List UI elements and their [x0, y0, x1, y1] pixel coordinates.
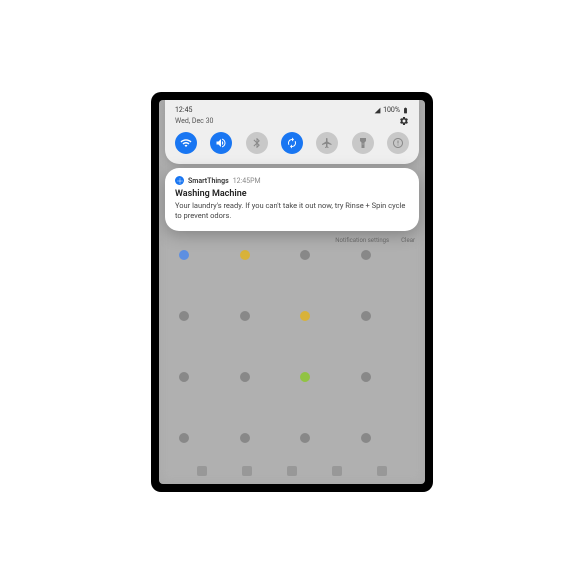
- bluetooth-icon: [251, 137, 263, 149]
- quick-settings-row: [175, 132, 409, 154]
- bluetooth-toggle[interactable]: [246, 132, 268, 154]
- gear-icon[interactable]: [399, 116, 409, 126]
- shade-date: Wed, Dec 30: [175, 117, 213, 125]
- status-right: 100%: [374, 106, 409, 114]
- rotate-icon: [286, 137, 298, 149]
- notification-app-name: SmartThings: [188, 177, 229, 185]
- notification-settings-link[interactable]: Notification settings: [335, 237, 389, 244]
- notification-title: Washing Machine: [175, 189, 409, 199]
- screen: 12:45 100% Wed, Dec 30: [159, 100, 425, 484]
- wifi-toggle[interactable]: [175, 132, 197, 154]
- notification-footer: Notification settings Clear: [169, 237, 415, 244]
- flashlight-toggle[interactable]: [352, 132, 374, 154]
- notification-shade[interactable]: 12:45 100% Wed, Dec 30: [159, 100, 425, 244]
- power-saving-icon: [392, 137, 404, 149]
- flashlight-icon: [357, 137, 369, 149]
- battery-icon: [402, 107, 409, 114]
- background-grid: [159, 240, 425, 484]
- device-frame: 12:45 100% Wed, Dec 30: [151, 92, 433, 492]
- clear-button[interactable]: Clear: [401, 237, 415, 244]
- bottom-nav: [159, 466, 425, 476]
- wifi-icon: [180, 137, 192, 149]
- smartthings-app-icon: [175, 176, 184, 185]
- signal-icon: [374, 107, 381, 114]
- notification-body: Your laundry's ready. If you can't take …: [175, 201, 409, 221]
- notification-card[interactable]: SmartThings 12:45PM Washing Machine Your…: [165, 168, 419, 231]
- power-saving-toggle[interactable]: [387, 132, 409, 154]
- airplane-toggle[interactable]: [316, 132, 338, 154]
- status-bar: 12:45 100%: [175, 106, 409, 114]
- status-time: 12:45: [175, 106, 192, 114]
- quick-settings-panel: 12:45 100% Wed, Dec 30: [165, 100, 419, 164]
- notification-time: 12:45PM: [233, 177, 261, 185]
- volume-icon: [215, 137, 227, 149]
- battery-text: 100%: [383, 106, 400, 114]
- rotate-toggle[interactable]: [281, 132, 303, 154]
- volume-toggle[interactable]: [210, 132, 232, 154]
- notification-header: SmartThings 12:45PM: [175, 176, 409, 185]
- airplane-icon: [321, 137, 333, 149]
